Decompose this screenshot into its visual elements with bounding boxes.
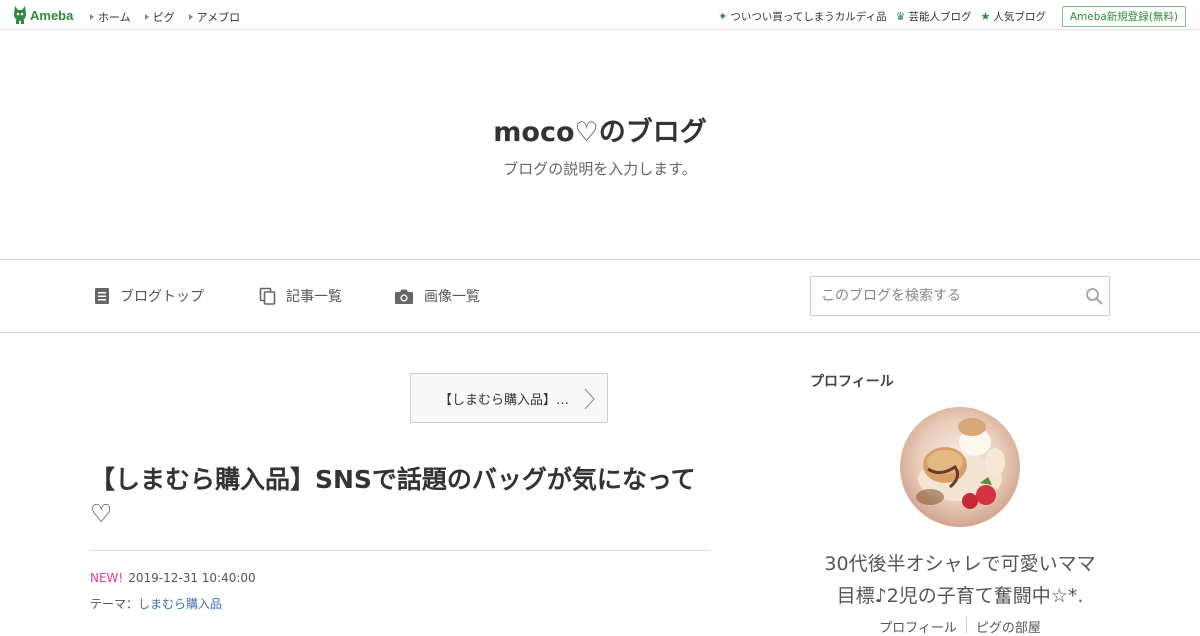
ameba-mascot-icon <box>14 6 26 24</box>
article-meta: NEW! 2019-12-31 10:40:00 <box>90 571 256 585</box>
article-theme: テーマ：しまむら購入品 <box>90 595 222 612</box>
search-input[interactable] <box>811 288 1079 304</box>
caret-right-icon <box>144 14 149 20</box>
kaldi-link[interactable]: ✦ ついつい買ってしまうカルディ品 <box>718 9 886 24</box>
chevron-right-icon <box>584 388 595 410</box>
profile-links: プロフィール ピグの部屋 <box>810 617 1110 636</box>
header-right-links: ✦ ついつい買ってしまうカルディ品 ♛ 芸能人ブログ ★ 人気ブログ Ameba… <box>709 6 1186 27</box>
nav-article-list-label: 記事一覧 <box>286 289 342 305</box>
pigg-room-link[interactable]: ピグの部屋 <box>967 617 1050 636</box>
star-icon: ★ <box>980 10 991 23</box>
avatar[interactable] <box>900 407 1020 527</box>
camera-icon <box>395 289 413 304</box>
document-icon <box>95 288 109 304</box>
global-nav-label: ホーム <box>98 11 131 24</box>
nav-blog-top[interactable]: ブログトップ <box>94 286 204 306</box>
crown-icon: ♛ <box>895 10 906 23</box>
caret-right-icon <box>188 14 193 20</box>
nav-article-list[interactable]: 記事一覧 <box>259 286 342 306</box>
nav-blog-top-label: ブログトップ <box>120 289 204 305</box>
global-nav-label: ピグ <box>152 11 175 24</box>
popular-blog-link[interactable]: ★ 人気ブログ <box>980 9 1045 24</box>
profile-description: 30代後半オシャレで可愛いママ 目標♪2児の子育て奮闘中☆*. <box>810 548 1110 612</box>
logo-text: Ameba <box>30 7 74 23</box>
profile-line: 30代後半オシャレで可愛いママ <box>824 553 1096 575</box>
celebrity-blog-link[interactable]: ♛ 芸能人ブログ <box>896 9 972 24</box>
blog-description: ブログの説明を入力します。 <box>503 160 697 178</box>
nav-image-list-label: 画像一覧 <box>424 289 480 305</box>
blog-nav: ブログトップ 記事一覧 画像一覧 <box>0 259 1200 333</box>
global-nav-pigg[interactable]: ピグ <box>144 9 175 25</box>
popular-blog-label: 人気ブログ <box>993 11 1046 23</box>
global-header: Ameba ホーム ピグ アメブロ ✦ ついつい買ってしまうカルディ品 ♛ 芸能… <box>0 0 1200 30</box>
profile-heading: プロフィール <box>810 374 894 390</box>
global-nav: ホーム ピグ アメブロ <box>90 9 254 25</box>
ameba-logo[interactable]: Ameba <box>13 6 73 24</box>
blog-title[interactable]: moco♡のブログ <box>0 110 1200 149</box>
avatar-image <box>900 407 1020 527</box>
article-title[interactable]: 【しまむら購入品】SNSで話題のバッグが気になって♡ <box>90 463 710 531</box>
theme-prefix: テーマ： <box>90 597 139 611</box>
global-nav-ameblo[interactable]: アメブロ <box>188 9 241 25</box>
next-article-link[interactable]: 【しまむら購入品】… <box>410 373 608 423</box>
next-article-label: 【しまむら購入品】… <box>439 392 570 408</box>
theme-link[interactable]: しまむら購入品 <box>138 597 222 611</box>
new-badge: NEW! <box>90 571 124 585</box>
kaldi-link-label: ついつい買ってしまうカルディ品 <box>730 11 887 23</box>
register-button[interactable]: Ameba新規登録(無料) <box>1061 6 1186 27</box>
sparkle-icon: ✦ <box>718 10 728 23</box>
global-nav-label: アメブロ <box>196 11 241 24</box>
copy-icon <box>259 287 276 305</box>
article-datetime: 2019-12-31 10:40:00 <box>128 571 256 585</box>
celebrity-blog-label: 芸能人ブログ <box>908 11 972 23</box>
global-nav-home[interactable]: ホーム <box>90 9 131 25</box>
nav-image-list[interactable]: 画像一覧 <box>394 286 480 306</box>
search-icon <box>1086 288 1103 305</box>
blog-search <box>810 276 1110 316</box>
caret-right-icon <box>90 14 94 20</box>
profile-line: 目標♪2児の子育て奮闘中☆*. <box>836 585 1084 607</box>
search-button[interactable] <box>1079 281 1109 311</box>
article-divider <box>90 550 710 551</box>
profile-link[interactable]: プロフィール <box>870 617 966 636</box>
